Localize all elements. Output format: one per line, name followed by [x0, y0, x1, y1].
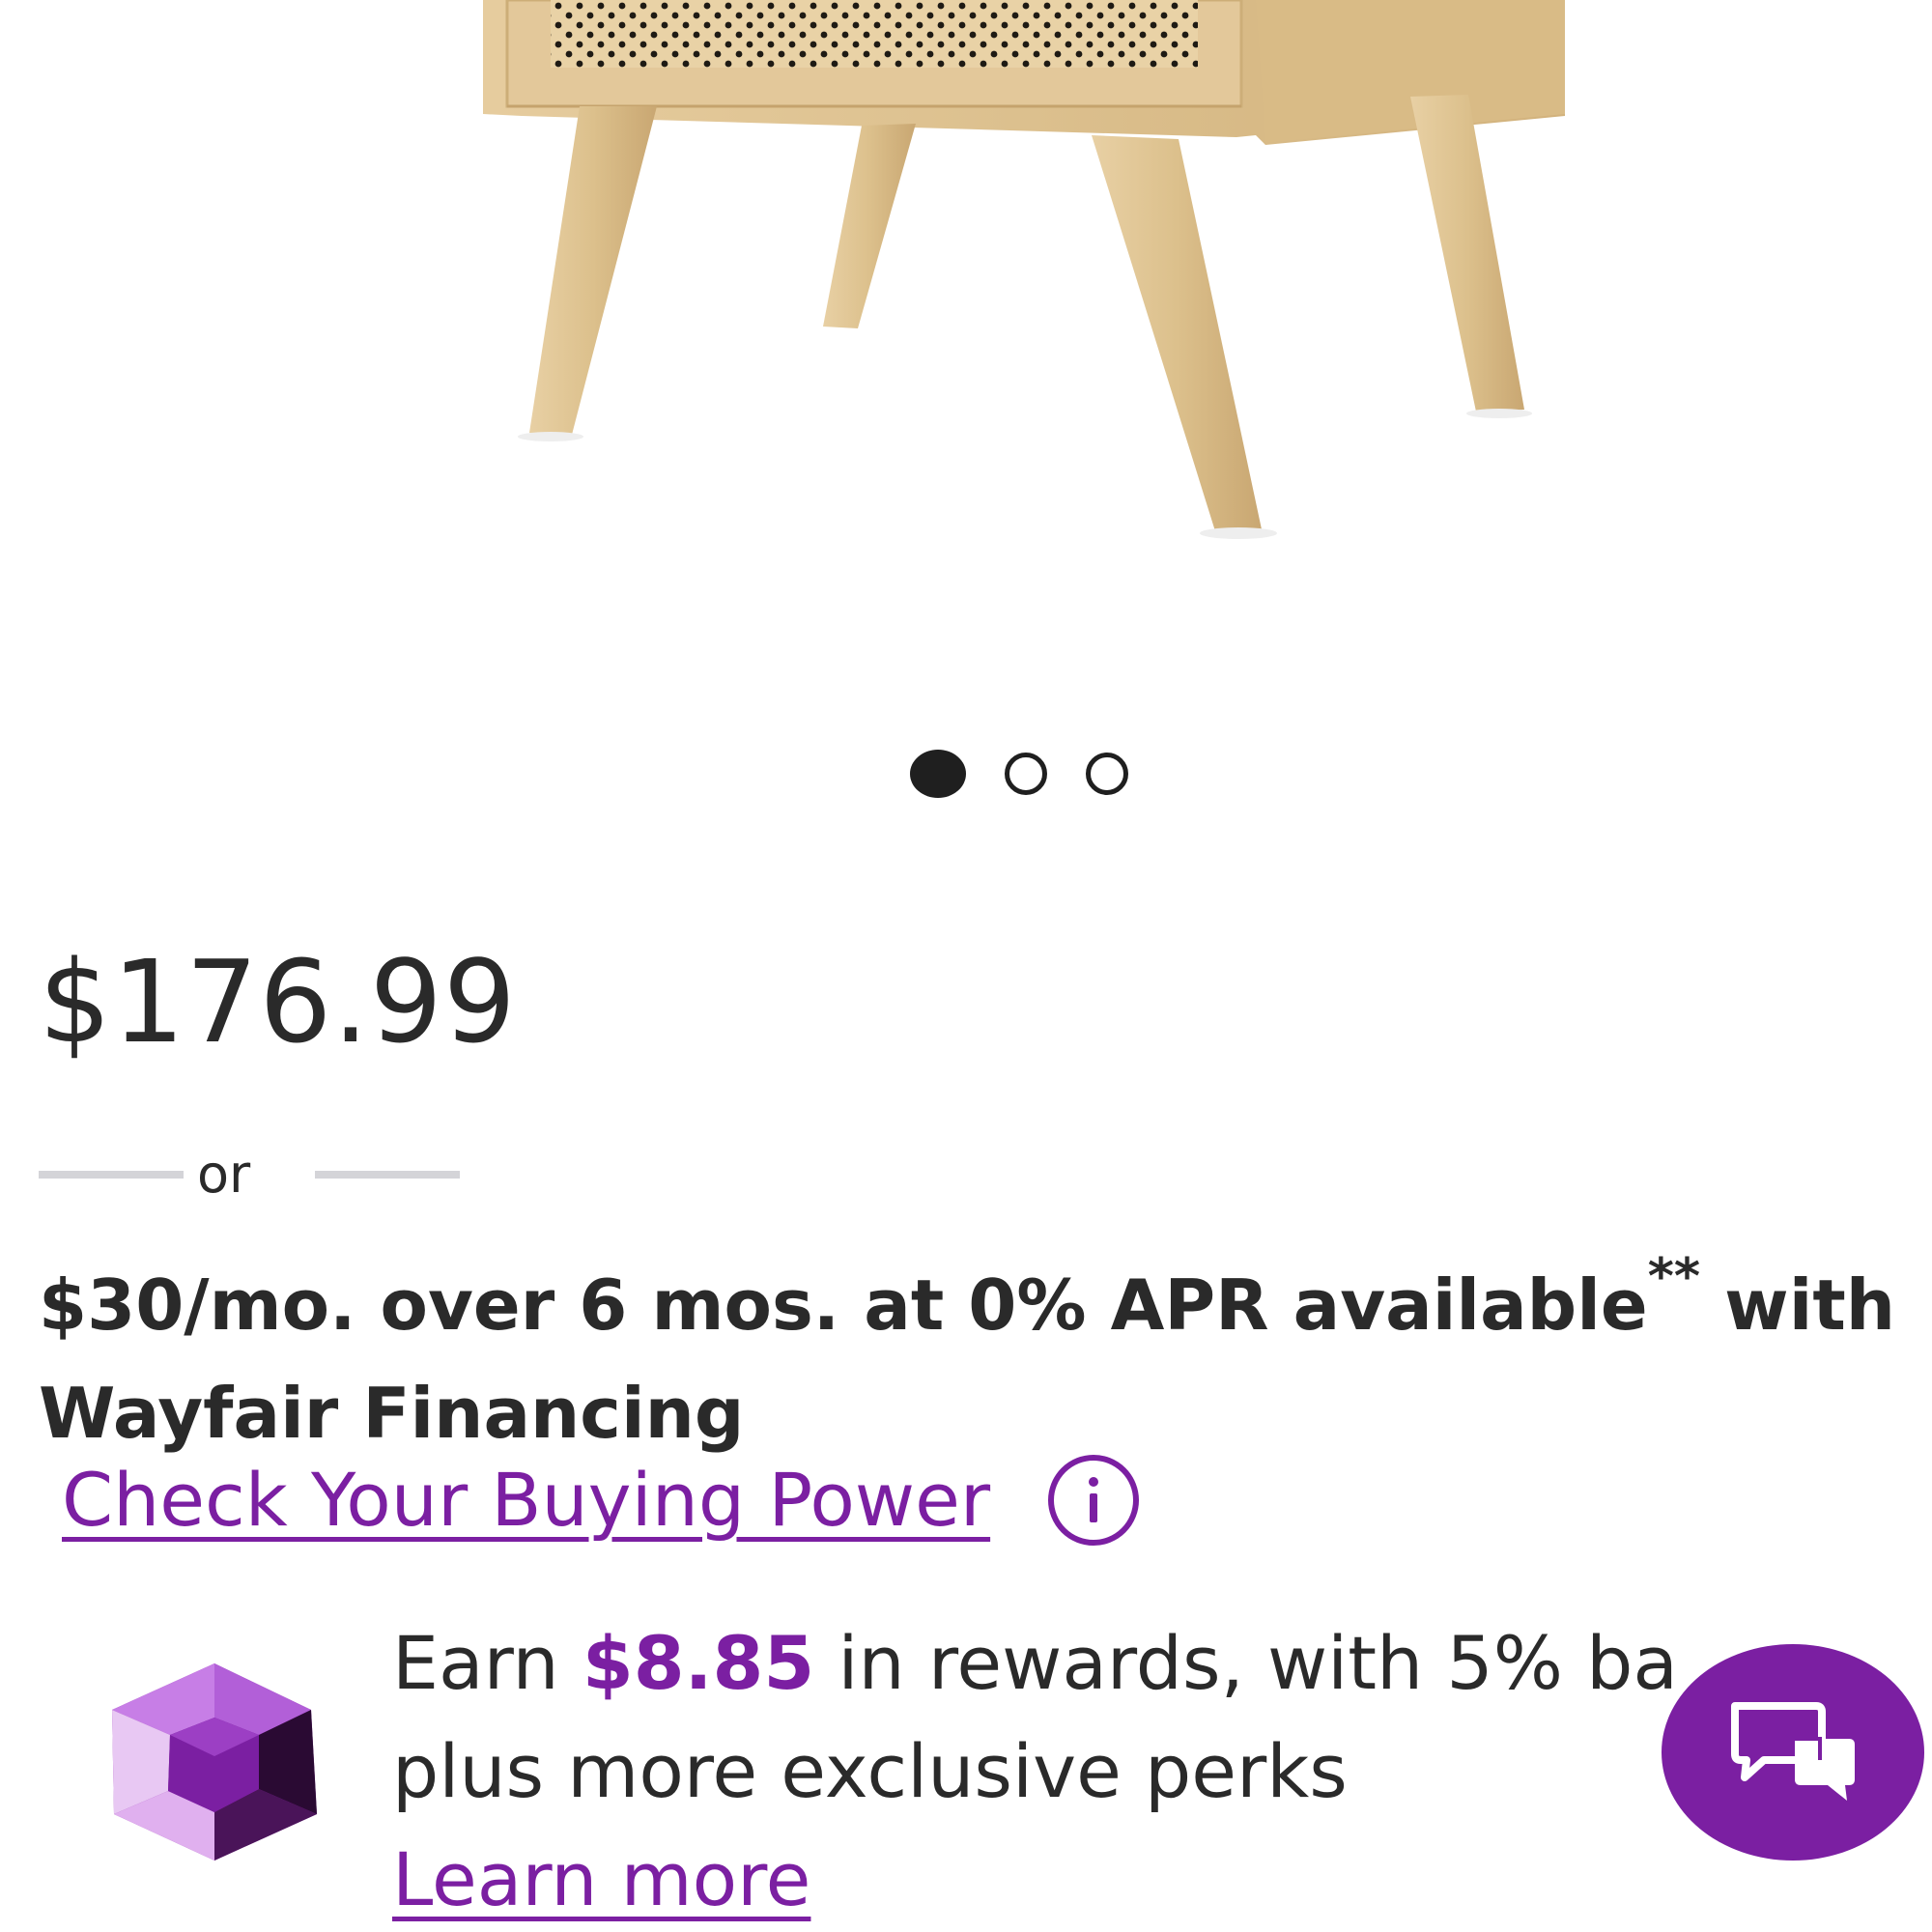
financing-footnote-marker: ** [1647, 1248, 1701, 1306]
rewards-earn-prefix: Earn [392, 1620, 582, 1706]
carousel-dot-2[interactable] [1005, 753, 1047, 795]
check-buying-power-link[interactable]: Check Your Buying Power [62, 1454, 990, 1547]
purple-gem-icon [112, 1663, 317, 1861]
or-divider: or [39, 1144, 460, 1205]
financing-offer: $30/mo. over 6 mos. at 0% APR available*… [39, 1235, 1932, 1467]
product-price: $176.99 [39, 935, 517, 1068]
financing-with-text: with [1724, 1264, 1896, 1346]
financing-line-1: $30/mo. over 6 mos. at 0% APR available*… [39, 1235, 1932, 1359]
or-label: or [197, 1144, 251, 1205]
product-detail-page: $176.99 or $30/mo. over 6 mos. at 0% APR… [0, 0, 1932, 1932]
divider-line-right [315, 1171, 460, 1179]
carousel-dot-3[interactable] [1086, 753, 1128, 795]
product-image[interactable] [0, 0, 1932, 696]
info-circle-icon[interactable] [1044, 1451, 1143, 1549]
rewards-earn-suffix: in rewards, with 5% ba [814, 1620, 1678, 1706]
image-carousel-dots [910, 750, 1128, 798]
chat-bubbles-icon [1731, 1702, 1855, 1801]
financing-main-text: $30/mo. over 6 mos. at 0% APR available [39, 1264, 1648, 1346]
rewards-amount: $8.85 [582, 1620, 815, 1706]
rattan-nightstand-image [483, 0, 1565, 539]
carousel-dot-1[interactable] [910, 750, 966, 798]
buying-power-row: Check Your Buying Power [62, 1451, 1143, 1549]
chat-button[interactable] [1662, 1644, 1924, 1861]
learn-more-link[interactable]: Learn more [392, 1836, 810, 1922]
divider-line-left [39, 1171, 184, 1179]
